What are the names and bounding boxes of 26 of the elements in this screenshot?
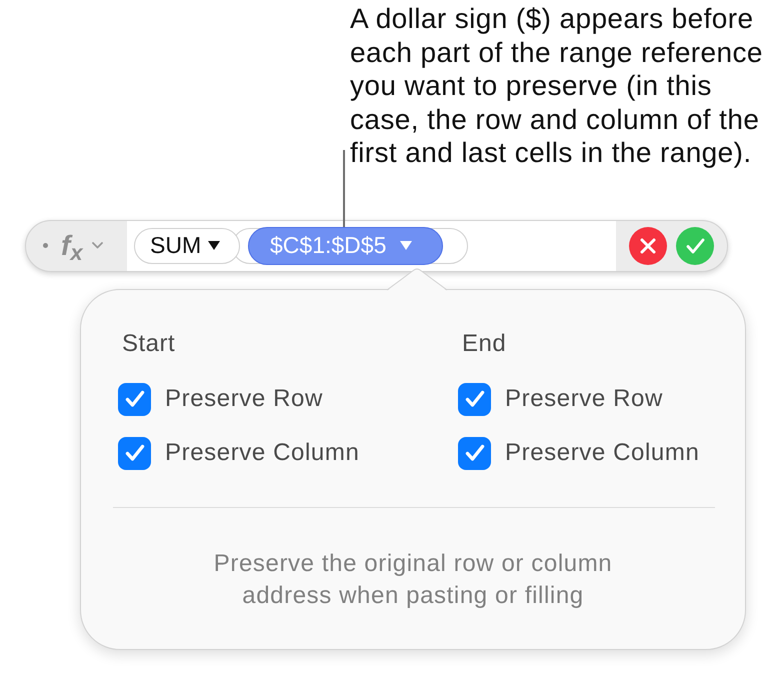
checkbox[interactable] (458, 382, 491, 416)
checkbox-label: Preserve Row (505, 385, 663, 413)
checkbox[interactable] (118, 382, 151, 416)
confirm-button[interactable] (676, 226, 714, 264)
function-symbol[interactable]: f$_{x}$ (61, 230, 83, 260)
range-token[interactable]: $C$1:$D$5 (248, 226, 443, 264)
cancel-button[interactable] (629, 226, 667, 264)
checkbox-label: Preserve Column (165, 439, 360, 467)
checkmark-icon (124, 444, 144, 462)
checkmark-icon (464, 444, 484, 462)
checkmark-icon (124, 390, 144, 408)
callout-text: A dollar sign ($) appears before each part of the range reference you want to preserve (in this case, the row and column of the first and last cells in the range). (350, 2, 764, 170)
caret-icon (208, 241, 220, 250)
checkbox-label: Preserve Column (505, 439, 700, 467)
function-token[interactable]: SUM (134, 228, 240, 264)
checkmark-icon (686, 238, 704, 254)
checkbox[interactable] (458, 436, 491, 470)
help-text: Preserve the original row or column address when pasting or filling (212, 548, 614, 610)
checkbox[interactable] (118, 436, 151, 470)
caret-icon (400, 241, 412, 250)
chevron-down-icon[interactable] (92, 242, 103, 249)
checkbox-label: Preserve Row (165, 385, 323, 413)
section-heading: Start (121, 330, 176, 358)
checkmark-icon (464, 390, 484, 408)
close-icon (640, 238, 656, 254)
section-heading: End (461, 330, 506, 358)
